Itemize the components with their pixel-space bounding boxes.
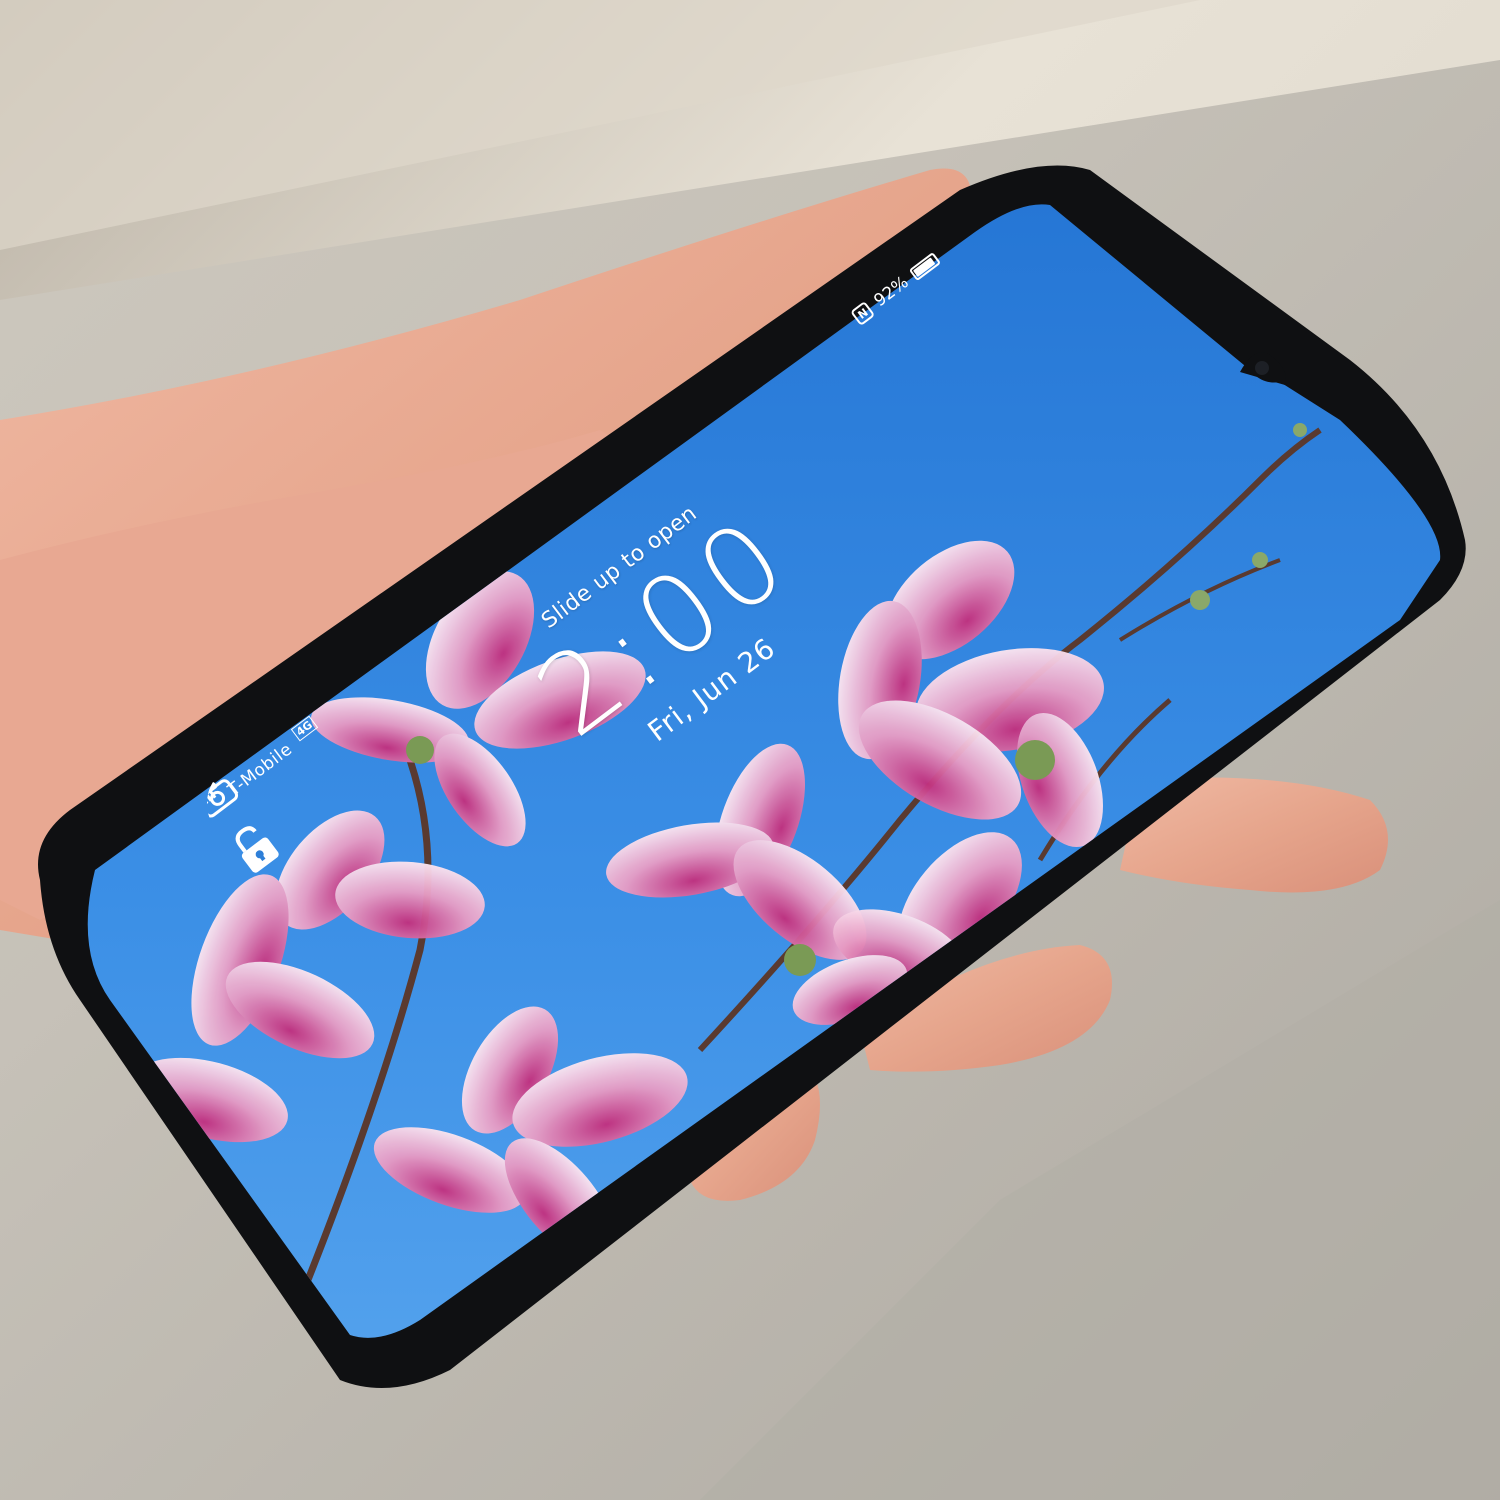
battery-percent: 92%: [870, 272, 913, 312]
nfc-icon: N: [850, 300, 876, 327]
network-type: 4G: [290, 715, 318, 742]
battery-icon: [908, 251, 942, 282]
photo-scene: T-Mobile 4G N 92% Slide up to open 2:00 …: [0, 0, 1500, 1500]
